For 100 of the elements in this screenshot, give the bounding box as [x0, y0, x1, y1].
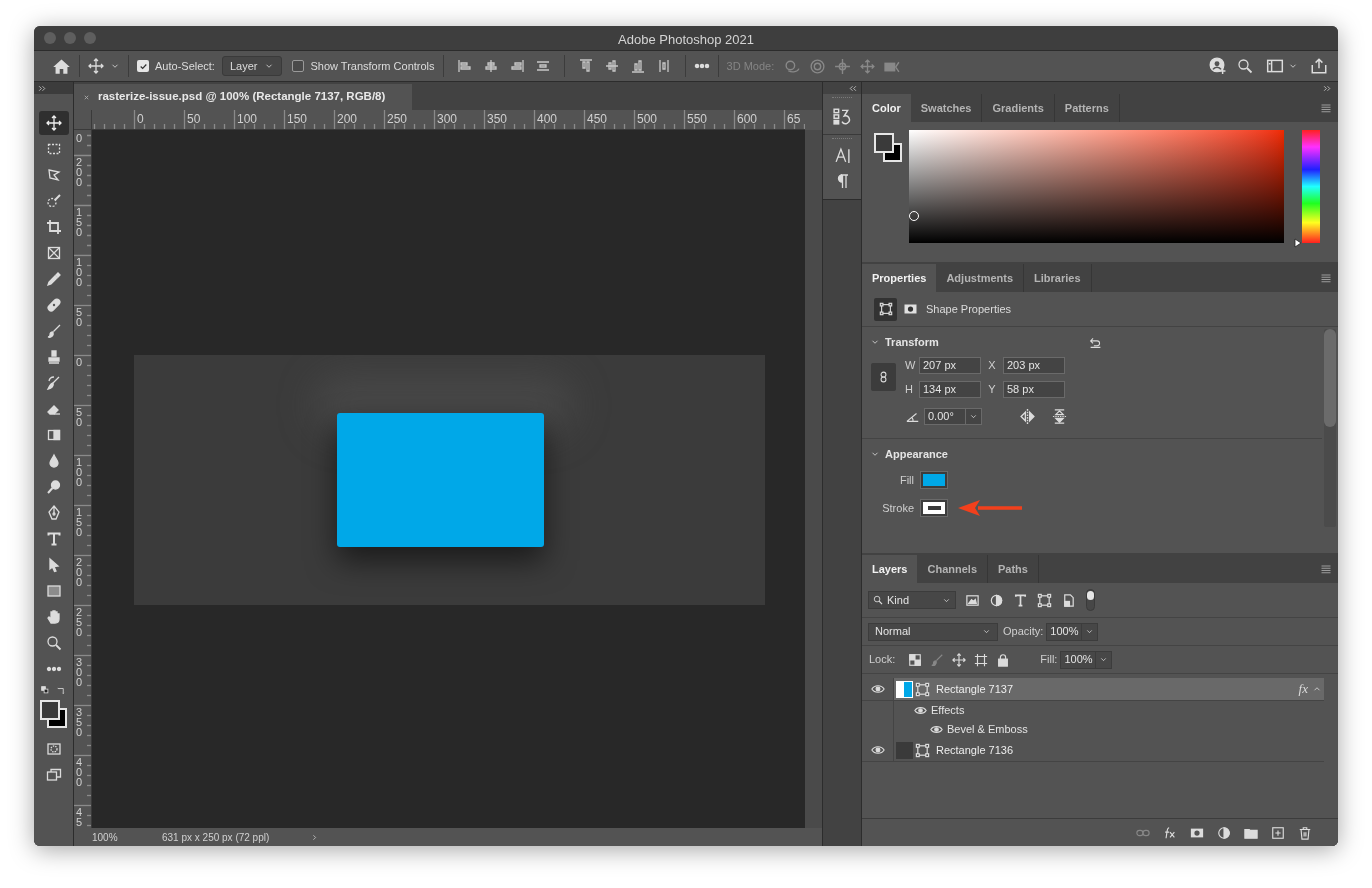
lock-icon[interactable]: [996, 652, 1011, 667]
swap-colors-icon[interactable]: [56, 686, 67, 696]
eye-icon[interactable]: [870, 743, 885, 757]
panel-tab[interactable]: Adjustments: [936, 264, 1025, 292]
panel-menu-icon[interactable]: [1320, 272, 1332, 284]
healing-icon: [45, 297, 62, 313]
move-icon[interactable]: [88, 58, 104, 74]
color-swatches[interactable]: [38, 699, 69, 729]
rectangle-icon: [45, 583, 62, 599]
type-filter-icon[interactable]: [1013, 592, 1028, 608]
align-icon[interactable]: [456, 58, 473, 74]
eye-icon[interactable]: [870, 682, 885, 696]
smart-object-filter-icon[interactable]: [1061, 592, 1076, 608]
collapse-icon[interactable]: [848, 83, 857, 93]
document-title: rasterize-issue.psd @ 100% (Rectangle 7137, RGB/8): [98, 89, 386, 105]
share-icon[interactable]: [1310, 57, 1328, 75]
panel-tab[interactable]: Paths: [988, 555, 1039, 583]
ruler-label: 45: [76, 807, 83, 827]
quick-mask-icon[interactable]: [45, 741, 62, 757]
blend-mode-dropdown[interactable]: Normal: [868, 622, 998, 641]
trash-icon[interactable]: [1298, 825, 1312, 840]
opacity-field[interactable]: 100%: [1046, 622, 1099, 641]
flip-horizontal-icon[interactable]: [1019, 408, 1036, 425]
workspace-icon[interactable]: [1266, 57, 1284, 75]
layer-dropdown[interactable]: Layer: [221, 56, 283, 76]
flip-vertical-icon[interactable]: [1052, 409, 1067, 424]
panel-tab[interactable]: Layers: [862, 555, 918, 583]
align-icon[interactable]: [534, 58, 551, 74]
color-field[interactable]: [909, 130, 1284, 243]
scrollbar-track[interactable]: [805, 130, 822, 828]
move-icon[interactable]: [952, 652, 967, 667]
shape-properties-button[interactable]: [874, 297, 897, 321]
panel-tab[interactable]: Color: [862, 94, 911, 122]
section-heading: Transform: [885, 334, 939, 350]
ruler-label: 400: [76, 757, 83, 787]
lock-pixels-icon[interactable]: [908, 652, 923, 667]
panel-tab[interactable]: Channels: [917, 555, 988, 583]
panel-tab[interactable]: Properties: [862, 264, 937, 292]
align-icon[interactable]: [508, 58, 525, 74]
fill-field[interactable]: 100%: [1060, 650, 1113, 669]
account-add-icon[interactable]: [1208, 57, 1226, 75]
mask-icon[interactable]: [903, 303, 918, 315]
align-icon[interactable]: [629, 58, 646, 74]
scrollbar-track[interactable]: [1324, 329, 1336, 527]
character-icon[interactable]: [833, 147, 851, 164]
panel-menu-icon[interactable]: [1320, 563, 1332, 575]
layer-row[interactable]: Rectangle 7136: [893, 739, 1324, 761]
new-layer-icon[interactable]: [1271, 825, 1285, 840]
ruler-label: 0: [76, 357, 83, 367]
layer-name: Rectangle 7137: [936, 681, 1014, 697]
shape-filter-icon[interactable]: [1037, 592, 1052, 608]
input-field[interactable]: 203 px: [1003, 357, 1065, 374]
eye-icon[interactable]: [930, 723, 943, 736]
input-field[interactable]: 207 px: [919, 357, 981, 374]
expand-icon[interactable]: [38, 83, 47, 93]
default-colors-icon[interactable]: [40, 686, 51, 696]
checkbox[interactable]: [137, 60, 149, 72]
history-icon[interactable]: [833, 107, 851, 125]
panel-tab[interactable]: Swatches: [910, 94, 983, 122]
reset-icon[interactable]: [1088, 335, 1102, 349]
zoom-icon: [45, 635, 62, 651]
panel-tab[interactable]: Patterns: [1054, 94, 1120, 122]
checkbox[interactable]: [292, 60, 305, 72]
crop-icon: [45, 219, 62, 235]
link-button[interactable]: [871, 363, 896, 391]
adjustment-layer-icon[interactable]: [1217, 825, 1231, 840]
input-field[interactable]: 134 px: [919, 381, 981, 398]
slider-thumb-icon[interactable]: [1294, 238, 1302, 248]
close-icon[interactable]: [83, 93, 90, 101]
fill-swatch[interactable]: [920, 471, 948, 489]
move-tool[interactable]: [38, 111, 69, 135]
filter-dropdown[interactable]: Kind: [868, 591, 956, 609]
artboard-icon[interactable]: [974, 652, 989, 667]
layer-row[interactable]: Rectangle 7137 fx: [893, 678, 1324, 700]
home-icon[interactable]: [52, 56, 71, 76]
chevron-right-icon[interactable]: [310, 832, 319, 842]
color-swatches[interactable]: [874, 133, 904, 163]
align-icon[interactable]: [577, 58, 594, 74]
input-field[interactable]: 58 px: [1003, 381, 1065, 398]
screen-mode-icon[interactable]: [45, 767, 62, 783]
field-label: Fill: [898, 472, 914, 488]
align-icon[interactable]: [482, 58, 499, 74]
expand-icon[interactable]: [1323, 83, 1332, 93]
adjustment-filter-icon[interactable]: [989, 592, 1004, 608]
panel-menu-icon[interactable]: [1320, 102, 1332, 114]
angle-field[interactable]: 0.00°: [924, 408, 982, 425]
eye-icon[interactable]: [914, 704, 927, 717]
fx-icon[interactable]: [1163, 825, 1177, 840]
stroke-swatch[interactable]: [920, 499, 948, 517]
field-label: W: [905, 358, 917, 374]
document-tab[interactable]: rasterize-issue.psd @ 100% (Rectangle 7137, RGB/8): [74, 84, 412, 110]
align-icon[interactable]: [603, 58, 620, 74]
panel-tab[interactable]: Gradients: [982, 94, 1055, 122]
scrollbar-thumb[interactable]: [1324, 329, 1336, 427]
panel-tab[interactable]: Libraries: [1024, 264, 1092, 292]
filter-toggle[interactable]: [1086, 589, 1095, 611]
layer-name: Rectangle 7136: [936, 742, 1014, 758]
caret-icon: [1085, 627, 1095, 636]
search-icon[interactable]: [1237, 58, 1253, 74]
image-filter-icon[interactable]: [965, 592, 980, 608]
